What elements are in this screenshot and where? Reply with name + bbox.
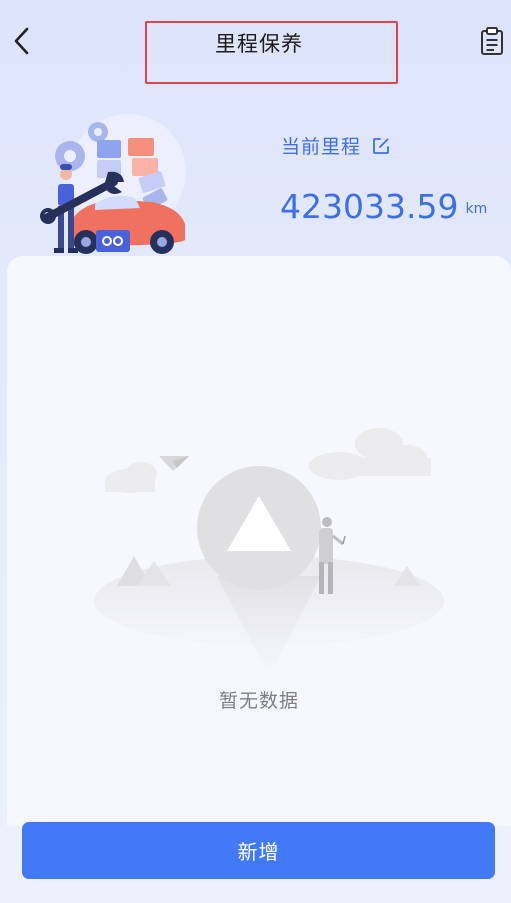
- chevron-left-icon: [14, 27, 29, 55]
- records-card: 暂无数据: [7, 256, 511, 826]
- header-bar: 里程保养: [0, 0, 511, 90]
- empty-state-illustration: [94, 428, 444, 676]
- gear-icon: [88, 122, 108, 142]
- back-button[interactable]: [8, 24, 38, 58]
- mileage-unit: km: [465, 201, 488, 217]
- mileage-label: 当前里程: [281, 136, 362, 158]
- mileage-value: 423033.59: [280, 187, 459, 226]
- page-title: 里程保养: [215, 32, 303, 56]
- car-maintenance-illustration: [40, 114, 186, 254]
- mileage-value-row: 423033.59 km: [280, 188, 487, 226]
- add-button[interactable]: 新增: [22, 822, 495, 879]
- empty-state-text: 暂无数据: [218, 690, 299, 712]
- paper-plane-icon: [159, 456, 189, 471]
- clipboard-list-icon: [481, 27, 503, 55]
- cloud-icon: [309, 428, 431, 480]
- edit-icon: [373, 137, 389, 154]
- records-button[interactable]: [478, 26, 506, 58]
- cloud-icon: [105, 462, 157, 493]
- edit-mileage-button[interactable]: [371, 136, 391, 156]
- mileage-label-row: 当前里程: [281, 132, 391, 159]
